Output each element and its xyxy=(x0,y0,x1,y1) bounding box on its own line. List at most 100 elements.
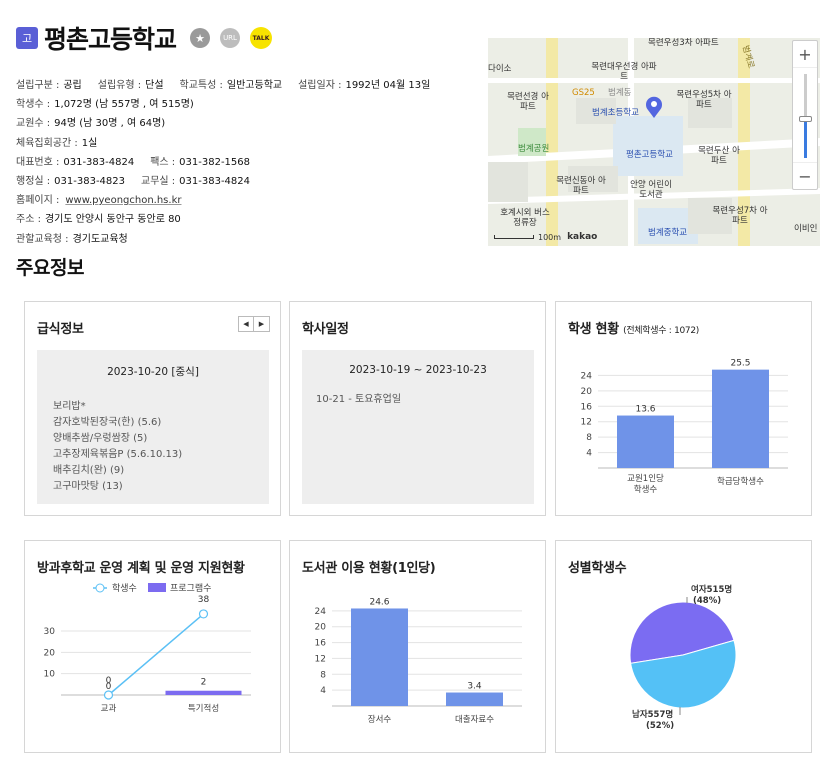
after-school-chart: 학생수 프로그램수1020300 2038교과 특기적성 xyxy=(44,582,251,714)
feature-value: 일반고등학교 xyxy=(226,80,283,91)
map-label-mokryeon-doosan: 목련두산 아파트 xyxy=(698,146,740,166)
students-value: 1,072명 (남 557명 , 여 515명) xyxy=(54,99,194,111)
x-tick-label: 교과 xyxy=(101,704,117,714)
address-label: 주소 : xyxy=(16,214,41,226)
gym-label: 체육집회공간 : xyxy=(16,137,78,149)
school-name: 평촌고등학교 xyxy=(44,25,177,54)
gender-chart: 여자515명(48%) 남자557명(52%) xyxy=(629,584,737,731)
meal-card: 급식정보 ◀ ▶ 2023-10-20 [중식] 보리밥* 감자호박된장국(한)… xyxy=(24,301,281,516)
school-map[interactable]: 목련우성3차 아파트 다이소 목련대우선경 아파트 목련선경 아파트 GS25 … xyxy=(488,38,820,246)
map-label-mokryeon-woosung7: 목련우성7차 아파트 xyxy=(712,206,768,226)
date-label: 설립일자 : xyxy=(298,80,342,91)
map-label-daiso: 다이소 xyxy=(488,64,512,74)
menu-item: 양배추쌈/우렁쌈장 (5) xyxy=(53,433,148,444)
pie-percent: (52%) xyxy=(646,721,674,731)
gym-value: 1실 xyxy=(81,137,98,149)
after-school-card: 방과후학교 운영 계획 및 운영 지원현황 학생수 프로그램수 10 20 30 0 2 0 3… xyxy=(24,540,281,753)
schedule-card: 학사일정 2023-10-19 ~ 2023-10-23 10-21 - 토요휴… xyxy=(289,301,546,516)
scale-label: 100m xyxy=(538,232,562,242)
zoom-out-button[interactable]: − xyxy=(793,163,817,189)
pie-label: 남자557명 xyxy=(632,709,673,720)
y-tick-label: 8 xyxy=(320,670,326,680)
schedule-list: 10-21 - 토요휴업일 xyxy=(316,392,534,408)
map-scale: 100m kakao xyxy=(494,232,597,242)
meal-menu-list: 보리밥* 감자호박된장국(한) (5.6) 양배추쌈/우렁쌈장 (5) 고추장제… xyxy=(53,399,269,495)
phone-value: 031-383-4824 xyxy=(63,156,135,168)
school-header: 고 평촌고등학교 ★ URL TALK xyxy=(16,20,273,56)
homepage-link[interactable]: www.pyeongchon.hs.kr xyxy=(65,191,181,210)
library-title: 도서관 이용 현황(1인당) xyxy=(302,561,436,576)
gender-card: 성별학생수 여자515명 (48%) 남자557명 (52%) xyxy=(555,540,812,753)
bar xyxy=(617,415,674,468)
legend-label: 학생수 xyxy=(112,583,137,594)
student-data-label: 0 xyxy=(106,676,112,686)
zoom-in-button[interactable]: + xyxy=(793,41,817,67)
x-tick-label: 특기적성 xyxy=(188,703,219,714)
meal-title: 급식정보 xyxy=(37,322,84,337)
schedule-title: 학사일정 xyxy=(302,322,349,337)
y-tick-label: 24 xyxy=(581,371,593,381)
map-label-mokryeon-3: 목련우성3차 아파트 xyxy=(648,38,719,48)
student-line xyxy=(108,613,204,696)
menu-item: 고구마맛탕 (13) xyxy=(53,481,123,492)
founding-type-label: 설립구분 : xyxy=(16,80,60,91)
meal-pager: ◀ ▶ xyxy=(238,316,270,332)
admin-office-value: 031-383-4823 xyxy=(54,176,125,188)
map-label-gs25: GS25 xyxy=(572,88,595,98)
map-label-mokryeon-woosung5: 목련우성5차 아파트 xyxy=(676,90,732,110)
prev-button[interactable]: ◀ xyxy=(238,316,254,332)
schedule-range: 2023-10-19 ~ 2023-10-23 xyxy=(349,364,487,376)
y-tick-label: 4 xyxy=(320,686,326,696)
map-zoom-control[interactable]: + − xyxy=(792,40,818,190)
student-status-subtitle: (전체학생수 : 1072) xyxy=(623,326,699,336)
y-tick-label: 8 xyxy=(586,433,592,443)
map-label-children-library: 안양 어린이 도서관 xyxy=(630,180,672,200)
education-office-label: 관할교육청 : xyxy=(16,233,69,245)
url-icon[interactable]: URL xyxy=(220,28,241,48)
student-data-label: 38 xyxy=(198,595,210,605)
schedule-item: 10-21 - 토요휴업일 xyxy=(316,394,402,405)
legend-line-marker xyxy=(95,583,105,593)
menu-item: 감자호박된장국(한) (5.6) xyxy=(53,417,162,428)
map-label-mokryeon-sunkyung: 목련선경 아파트 xyxy=(507,92,549,112)
data-label: 13.6 xyxy=(635,405,655,415)
data-label: 24.6 xyxy=(369,597,389,607)
program-data-label: 2 xyxy=(201,678,207,688)
next-button[interactable]: ▶ xyxy=(254,316,270,332)
bar xyxy=(446,692,503,706)
menu-item: 배추김치(완) (9) xyxy=(53,465,125,476)
pie-label: 여자515명 xyxy=(691,584,732,595)
star-icon[interactable]: ★ xyxy=(190,28,211,48)
map-label-beomgye-park: 범계공원 xyxy=(518,144,550,154)
program-bar xyxy=(165,690,242,695)
legend-label: 프로그램수 xyxy=(170,582,211,594)
teachers-value: 94명 (남 30명 , 여 64명) xyxy=(54,118,166,130)
school-type-badge: 고 xyxy=(16,27,38,49)
meal-box: 2023-10-20 [중식] 보리밥* 감자호박된장국(한) (5.6) 양배… xyxy=(37,350,269,504)
after-school-title: 방과후학교 운영 계획 및 운영 지원현황 xyxy=(37,561,245,576)
teachers-label: 교원수 : xyxy=(16,118,51,130)
student-status-title-text: 학생 현황 xyxy=(568,322,619,337)
student-status-title: 학생 현황 (전체학생수 : 1072) xyxy=(568,318,699,337)
address-value: 경기도 안양시 동안구 동안로 80 xyxy=(44,214,181,226)
kakaotalk-icon[interactable]: TALK xyxy=(250,27,273,49)
x-tick-label: 장서수 xyxy=(368,714,392,725)
map-label-pyeongchon-high: 평촌고등학교 xyxy=(626,150,673,160)
education-office-value: 경기도교육청 xyxy=(72,233,128,245)
student-status-chart: 4 8 12 16 20 24 13.6 교원1인당 학생수 25.5 학급당학생수 xyxy=(581,359,788,495)
map-label-mokryeon-shindonga: 목련신동아 아파트 xyxy=(556,176,606,196)
school-info: 설립구분 : 공립 설립유형 : 단설 학교특성 : 일반고등학교 설립일자 :… xyxy=(16,76,430,249)
staff-room-label: 교무실 : xyxy=(141,176,176,188)
zoom-slider[interactable] xyxy=(793,67,817,163)
x-tick-label: 대출자료수 xyxy=(455,714,494,725)
y-tick-label: 20 xyxy=(581,387,593,397)
menu-item: 보리밥* xyxy=(53,401,86,412)
y-tick-label: 30 xyxy=(44,627,56,637)
library-card: 도서관 이용 현황(1인당) 4 8 12 16 20 24 24.6 장서수 3.4 대출자료수 xyxy=(289,540,546,753)
menu-item: 고추장제육볶음P (5.6.10.13) xyxy=(53,449,183,460)
map-label-beomgye-elementary: 범계초등학교 xyxy=(592,108,639,118)
y-tick-label: 16 xyxy=(315,639,327,649)
establish-type-label: 설립유형 : xyxy=(97,80,142,91)
map-label-clinic: 이비인 xyxy=(794,224,818,234)
y-tick-label: 24 xyxy=(315,607,327,617)
